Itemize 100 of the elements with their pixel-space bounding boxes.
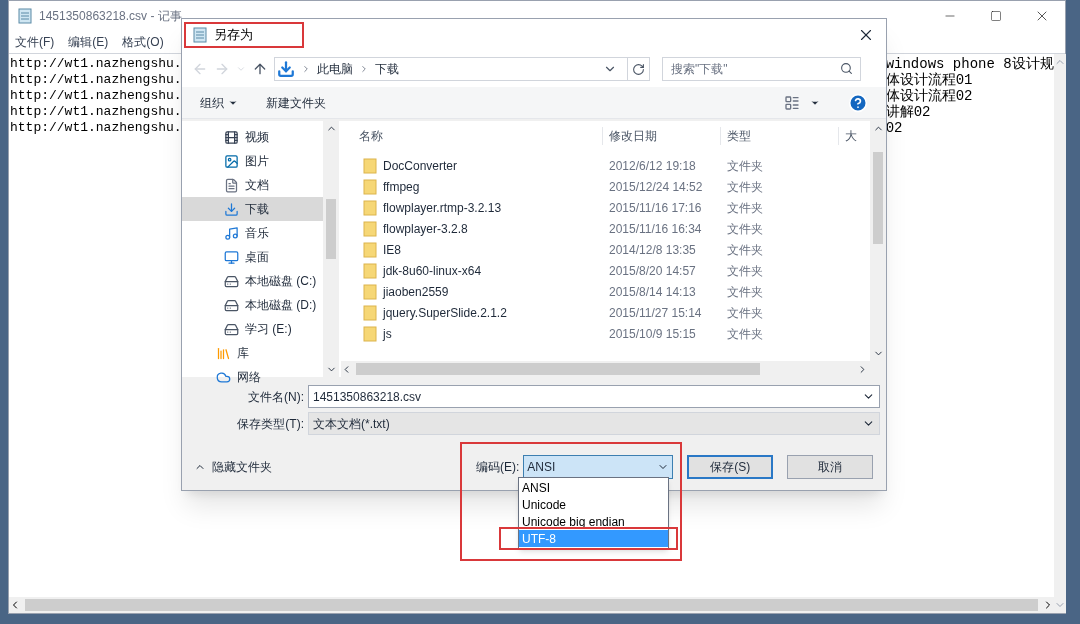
- cancel-button[interactable]: 取消: [787, 455, 874, 479]
- text-line: 体设计流程01: [885, 72, 973, 88]
- up-icon[interactable]: [252, 61, 268, 77]
- folder-icon: [363, 199, 377, 216]
- file-type: 文件夹: [726, 157, 763, 175]
- scrollbar-thumb[interactable]: [356, 363, 760, 375]
- nav-item[interactable]: 学习 (E:): [182, 317, 323, 341]
- dropdown-option[interactable]: Unicode: [519, 496, 668, 513]
- dialog-title: 另存为: [184, 22, 304, 48]
- drive-icon: [224, 273, 239, 289]
- nav-item[interactable]: 桌面: [182, 245, 323, 269]
- file-name[interactable]: flowplayer-3.2.8: [383, 219, 468, 238]
- search-field[interactable]: 搜索"下载": [662, 57, 861, 81]
- column-header[interactable]: 类型: [721, 127, 839, 145]
- horizontal-scrollbar[interactable]: [9, 597, 1054, 613]
- view-button[interactable]: [784, 94, 820, 111]
- file-name[interactable]: jquery.SuperSlide.2.1.2: [383, 303, 507, 322]
- file-date: 2015/12/24 14:52: [608, 178, 704, 196]
- maximize-icon: [990, 10, 1002, 22]
- save-button[interactable]: 保存(S): [687, 455, 774, 479]
- separator-icon: [301, 64, 311, 74]
- download-icon: [224, 201, 239, 217]
- field-label: 编码(E):: [476, 459, 520, 476]
- text-line: 讲解02: [885, 104, 931, 120]
- text-line: http://wt1.nazhengshu.: [9, 72, 182, 88]
- folder-icon: [363, 241, 377, 258]
- film-icon: [224, 129, 239, 145]
- folder-icon: [363, 178, 377, 195]
- vertical-scrollbar[interactable]: [323, 121, 339, 377]
- file-type-select[interactable]: 文本文档(*.txt): [308, 412, 880, 435]
- file-name[interactable]: IE8: [383, 240, 401, 259]
- text-line: windows phone 8设计规: [885, 56, 1054, 72]
- field-label: 文件名(N):: [247, 388, 305, 406]
- filename-field[interactable]: 1451350863218.csv: [308, 385, 880, 408]
- image-icon: [224, 153, 239, 169]
- folder-icon: [363, 262, 377, 279]
- refresh-icon[interactable]: [632, 62, 645, 76]
- folder-icon: [363, 157, 377, 174]
- column-header[interactable]: 大: [839, 127, 857, 145]
- breadcrumb-item[interactable]: 下载: [375, 60, 399, 78]
- field-label: 保存类型(T):: [236, 415, 305, 433]
- nav-item[interactable]: 视频: [182, 125, 323, 149]
- organize-button[interactable]: 组织: [200, 93, 238, 112]
- file-name[interactable]: js: [383, 324, 392, 343]
- separator-icon: [359, 64, 369, 74]
- address-bar[interactable]: 此电脑 下载: [274, 57, 650, 81]
- menu-item[interactable]: 编辑(E): [68, 33, 109, 51]
- file-date: 2014/12/8 13:35: [608, 241, 697, 259]
- folder-icon: [363, 283, 377, 300]
- vertical-scrollbar[interactable]: [870, 121, 886, 361]
- column-header[interactable]: 名称: [341, 127, 603, 145]
- file-name[interactable]: jdk-8u60-linux-x64: [383, 261, 482, 280]
- breadcrumb-item[interactable]: 此电脑: [317, 60, 353, 78]
- nav-item[interactable]: 本地磁盘 (C:): [182, 269, 323, 293]
- file-date: 2015/11/27 15:14: [608, 304, 703, 322]
- file-type: 文件夹: [726, 178, 763, 196]
- nav-item[interactable]: 下载: [182, 197, 323, 221]
- menu-item[interactable]: 文件(F): [15, 33, 55, 51]
- file-name[interactable]: DocConverter: [383, 156, 458, 175]
- scrollbar-thumb[interactable]: [326, 199, 336, 259]
- document-icon: [224, 177, 239, 193]
- list-view-icon: [784, 94, 800, 111]
- help-icon[interactable]: [848, 92, 868, 113]
- file-name[interactable]: flowplayer.rtmp-3.2.13: [383, 198, 502, 217]
- file-type: 文件夹: [726, 241, 763, 259]
- file-type: 文件夹: [726, 262, 763, 280]
- scrollbar-thumb[interactable]: [25, 599, 1038, 611]
- text-line: 02: [885, 120, 903, 136]
- file-date: 2015/8/14 14:13: [608, 283, 697, 301]
- nav-item[interactable]: 本地磁盘 (D:): [182, 293, 323, 317]
- file-type: 文件夹: [726, 283, 763, 301]
- file-name[interactable]: jiaoben2559: [383, 282, 449, 301]
- horizontal-scrollbar[interactable]: [341, 361, 886, 377]
- scrollbar-thumb[interactable]: [873, 152, 883, 244]
- download-icon: [277, 60, 295, 78]
- column-header[interactable]: 修改日期: [603, 127, 721, 145]
- encoding-select[interactable]: ANSI: [523, 455, 674, 479]
- drive-icon: [224, 321, 239, 337]
- nav-item[interactable]: 文档: [182, 173, 323, 197]
- new-folder-button[interactable]: 新建文件夹: [266, 93, 326, 112]
- dropdown-option[interactable]: ANSI: [519, 479, 668, 496]
- nav-item[interactable]: 库: [182, 341, 323, 365]
- music-note-icon: [224, 225, 239, 241]
- text-line: http://wt1.nazhengshu.: [9, 104, 182, 120]
- hide-folders-button[interactable]: 隐藏文件夹: [194, 458, 272, 476]
- text-line: 体设计流程02: [885, 88, 973, 104]
- file-type: 文件夹: [726, 220, 763, 238]
- file-date: 2015/10/9 15:15: [608, 325, 697, 343]
- text-line: http://wt1.nazhengshu.: [9, 120, 182, 136]
- nav-item[interactable]: 音乐: [182, 221, 323, 245]
- file-date: 2015/11/16 16:34: [608, 220, 703, 238]
- file-type: 文件夹: [726, 199, 763, 217]
- folder-icon: [363, 220, 377, 237]
- monitor-icon: [224, 249, 239, 265]
- folder-icon: [363, 325, 377, 342]
- drive-icon: [224, 297, 239, 313]
- menu-item[interactable]: 格式(O): [122, 33, 164, 51]
- text-line: http://wt1.nazhengshu.: [9, 88, 182, 104]
- nav-item[interactable]: 图片: [182, 149, 323, 173]
- file-name[interactable]: ffmpeg: [383, 177, 420, 196]
